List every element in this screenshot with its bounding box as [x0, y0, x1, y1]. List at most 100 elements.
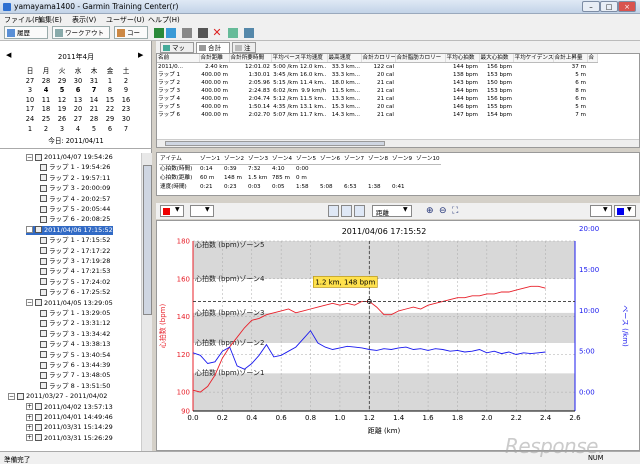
refresh-icon[interactable]: [228, 28, 238, 38]
close-button[interactable]: ×: [618, 1, 636, 12]
calendar-day[interactable]: 9: [118, 86, 134, 96]
calendar-day[interactable]: 3: [54, 125, 70, 135]
calendar-day[interactable]: 1: [22, 125, 38, 135]
menu-help[interactable]: ヘルプ(H): [148, 15, 180, 25]
calendar-day[interactable]: 24: [22, 115, 38, 125]
folder-icon[interactable]: [182, 28, 192, 38]
calendar-day[interactable]: 5: [54, 86, 70, 96]
receive-from-device-icon[interactable]: [166, 28, 176, 38]
expand-icon[interactable]: +: [26, 403, 33, 411]
calendar-day[interactable]: 20: [70, 105, 86, 115]
table-row[interactable]: ラップ 3 400.00 m 2:24.83 6:02 /km 9.9 km/h 11.5…: [157, 87, 597, 95]
chart-mode-3-icon[interactable]: [354, 205, 365, 217]
tree-lap-item[interactable]: ラップ 8 - 13:51:50: [40, 382, 110, 392]
send-to-device-icon[interactable]: [154, 28, 164, 38]
tree-activity-item[interactable]: − 2011/04/07 19:54:26: [26, 153, 113, 163]
tree-lap-item[interactable]: ラップ 6 - 20:08:25: [40, 215, 110, 225]
calendar-day[interactable]: 22: [102, 105, 118, 115]
collapse-icon[interactable]: −: [26, 153, 33, 161]
tree-lap-item[interactable]: ラップ 5 - 17:24:02: [40, 278, 110, 288]
calendar-day[interactable]: 15: [102, 96, 118, 106]
calendar-day[interactable]: 30: [118, 115, 134, 125]
tree-lap-item[interactable]: ラップ 1 - 13:29:05: [40, 309, 110, 319]
calendar-day[interactable]: 26: [54, 115, 70, 125]
next-month-arrow-icon[interactable]: ▶: [138, 51, 143, 59]
tree-activity-item[interactable]: +2011/03/31 15:26:29: [26, 434, 113, 444]
calendar-day[interactable]: 14: [86, 96, 102, 106]
calendar-day[interactable]: 17: [22, 105, 38, 115]
calendar-day[interactable]: 7: [86, 86, 102, 96]
lap-column-header[interactable]: 平均ケイデンス: [513, 54, 554, 63]
calendar-day[interactable]: 13: [70, 96, 86, 106]
tree-lap-item[interactable]: ラップ 2 - 13:31:12: [40, 319, 110, 329]
tree-lap-item[interactable]: ラップ 3 - 17:19:28: [40, 257, 110, 267]
calendar-day[interactable]: 23: [118, 105, 134, 115]
tab-map[interactable]: マップ: [160, 42, 194, 62]
tree-lap-item[interactable]: ラップ 3 - 13:34:42: [40, 330, 110, 340]
tab-summary[interactable]: 合計: [196, 42, 230, 53]
table-row[interactable]: ラップ 4 400.00 m 2:04.74 5:12 /km 11.5 km... 13…: [157, 95, 597, 103]
calendar-day[interactable]: 6: [70, 86, 86, 96]
menu-user[interactable]: ユーザー(U): [106, 15, 144, 25]
tree-lap-item[interactable]: ラップ 4 - 17:21:53: [40, 267, 110, 277]
tree-activity-item[interactable]: − 2011/04/05 13:29:05: [26, 299, 113, 309]
calendar-day[interactable]: 11: [38, 96, 54, 106]
tree-lap-item[interactable]: ラップ 1 - 17:15:52: [40, 236, 110, 246]
calendar-day[interactable]: 21: [86, 105, 102, 115]
minimize-button[interactable]: –: [582, 1, 600, 12]
calendar-day[interactable]: 16: [118, 96, 134, 106]
lap-column-header[interactable]: 合計カロリー: [361, 54, 396, 63]
lap-column-header[interactable]: 平均心拍数: [445, 54, 480, 63]
maximize-button[interactable]: □: [600, 1, 618, 12]
calendar-day[interactable]: 6: [102, 125, 118, 135]
tree-activity-item[interactable]: +2011/04/02 13:57:13: [26, 403, 113, 413]
tree-scrollbar[interactable]: [141, 153, 152, 451]
expand-icon[interactable]: +: [26, 413, 33, 421]
tree-lap-item[interactable]: ラップ 5 - 20:05:44: [40, 205, 110, 215]
table-row[interactable]: ラップ 6 400.00 m 2:02.70 5:07 /km 11.7 km... 14…: [157, 111, 597, 119]
tree-lap-item[interactable]: ラップ 2 - 17:17:22: [40, 247, 110, 257]
lap-column-header[interactable]: 合: [587, 54, 598, 63]
chart-mode-1-icon[interactable]: [328, 205, 339, 217]
table-row[interactable]: ラップ 1 400.00 m 1:30.01 3:45 /km 16.0 km... 33…: [157, 71, 597, 79]
lap-column-header[interactable]: 合計距離: [199, 54, 230, 63]
expand-icon[interactable]: +: [26, 434, 33, 442]
calendar-day[interactable]: 5: [86, 125, 102, 135]
left-axis-color-select[interactable]: ▼: [160, 205, 184, 217]
tree-activity-item[interactable]: − 2011/03/27 - 2011/04/02: [8, 392, 107, 402]
collapse-icon[interactable]: −: [26, 226, 33, 234]
collapse-icon[interactable]: −: [8, 392, 15, 400]
tree-activity-item[interactable]: − 2011/04/06 17:15:52: [26, 225, 113, 236]
table-row[interactable]: 2011/0... 2.40 km 12:01.02 5:00 /km 12.0 km.…: [157, 63, 597, 72]
tab-notes[interactable]: 注: [232, 42, 256, 53]
tree-lap-item[interactable]: ラップ 7 - 13:48:05: [40, 371, 110, 381]
calendar-day[interactable]: 29: [54, 77, 70, 87]
lap-column-header[interactable]: 最大心拍数: [479, 54, 514, 63]
right-axis-type-select[interactable]: ▼: [590, 205, 612, 217]
chart-mode-2-icon[interactable]: [341, 205, 352, 217]
calendar-day[interactable]: 4: [38, 86, 54, 96]
zoom-fit-icon[interactable]: ⛶: [452, 206, 458, 216]
calendar-day[interactable]: 29: [102, 115, 118, 125]
tree-lap-item[interactable]: ラップ 5 - 13:40:54: [40, 351, 110, 361]
lap-column-header[interactable]: 平均速度: [299, 54, 328, 63]
calendar-day[interactable]: 27: [70, 115, 86, 125]
distance-select[interactable]: 距離 ▼: [372, 205, 412, 217]
tree-lap-item[interactable]: ラップ 4 - 13:38:13: [40, 340, 110, 350]
zoom-out-icon[interactable]: ⊖: [439, 206, 447, 216]
lap-column-header[interactable]: 合計所要時間: [229, 54, 272, 63]
calendar-day[interactable]: 18: [38, 105, 54, 115]
tree-lap-item[interactable]: ラップ 6 - 17:25:52: [40, 288, 110, 298]
collapse-icon[interactable]: −: [26, 299, 33, 307]
calendar-day[interactable]: 1: [102, 77, 118, 87]
calendar-day[interactable]: 7: [118, 125, 134, 135]
workouts-button[interactable]: ワークアウト: [52, 26, 110, 39]
tree-lap-item[interactable]: ラップ 4 - 20:02:57: [40, 195, 110, 205]
calendar-day[interactable]: 4: [70, 125, 86, 135]
calendar-day[interactable]: 8: [102, 86, 118, 96]
calendar-day[interactable]: 30: [70, 77, 86, 87]
tree-lap-item[interactable]: ラップ 6 - 13:44:39: [40, 361, 110, 371]
calendar-day[interactable]: 3: [22, 86, 38, 96]
history-button[interactable]: 履歴: [4, 26, 48, 39]
calendar-day[interactable]: 25: [38, 115, 54, 125]
